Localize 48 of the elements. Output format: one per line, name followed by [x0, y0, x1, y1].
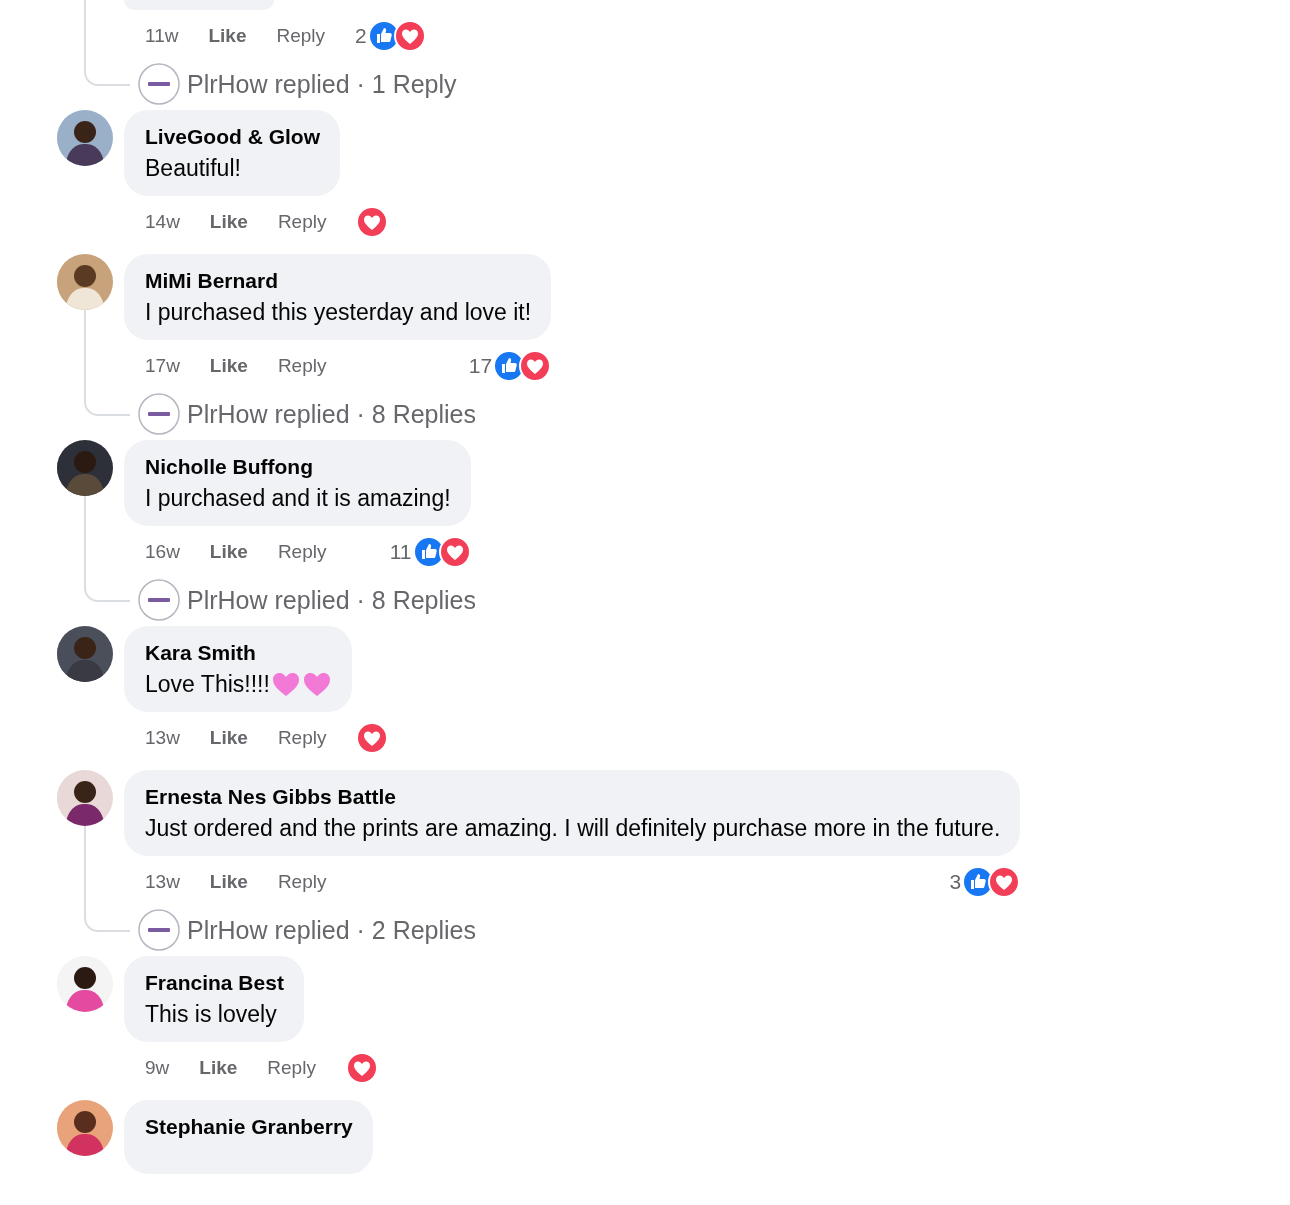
- replies-link[interactable]: PlrHow replied · 8 Replies: [187, 585, 476, 615]
- commenter-name[interactable]: Kara Smith: [145, 638, 332, 668]
- reaction-count: 3: [949, 870, 962, 894]
- like-link[interactable]: Like: [209, 727, 248, 749]
- reply-link[interactable]: Reply: [277, 871, 327, 893]
- reply-link[interactable]: Reply: [267, 1057, 316, 1079]
- comment-time: 16w: [145, 541, 180, 563]
- reaction-count: 17: [468, 354, 493, 378]
- commenter-name[interactable]: MiMi Bernard: [145, 266, 532, 296]
- comment-text: Beautiful!: [145, 154, 241, 183]
- like-link[interactable]: Like: [209, 355, 248, 377]
- comment-text: Just ordered and the prints are amazing. I will definitely purchase more in the future.: [145, 814, 1001, 843]
- comment-time: 13w: [145, 871, 180, 893]
- commenter-name[interactable]: Nicholle Buffong: [145, 452, 451, 482]
- reply-link[interactable]: Reply: [276, 25, 326, 47]
- comment-text: I purchased this yesterday and love it!: [145, 298, 532, 327]
- comment-time: 14w: [145, 211, 180, 233]
- comment-time: 11w: [145, 25, 179, 47]
- like-link[interactable]: Like: [209, 211, 248, 233]
- heart-icon: [270, 670, 301, 698]
- avatar-icon: [138, 63, 180, 105]
- avatar-icon: [138, 909, 180, 951]
- heart-icon: [301, 670, 332, 698]
- like-link[interactable]: Like: [209, 541, 248, 563]
- comment-text: This is lovely: [145, 1000, 277, 1029]
- replies-link[interactable]: PlrHow replied · 1 Reply: [187, 69, 457, 99]
- reply-link[interactable]: Reply: [277, 211, 327, 233]
- reply-link[interactable]: Reply: [277, 727, 327, 749]
- like-link[interactable]: Like: [209, 871, 248, 893]
- reaction-count: 2: [355, 24, 367, 48]
- commenter-name[interactable]: Ernesta Nes Gibbs Battle: [145, 782, 1001, 812]
- replies-link[interactable]: PlrHow replied · 2 Replies: [187, 915, 476, 945]
- comment-time: 17w: [145, 355, 180, 377]
- like-link[interactable]: Like: [199, 1057, 238, 1079]
- comment-time: 9w: [145, 1057, 170, 1079]
- reply-link[interactable]: Reply: [277, 355, 327, 377]
- comment-text: Love This!!!!: [145, 670, 270, 699]
- commenter-name[interactable]: Francina Best: [145, 968, 284, 998]
- commenter-name[interactable]: Stephanie Granberry: [145, 1112, 353, 1142]
- replies-link[interactable]: PlrHow replied · 8 Replies: [187, 399, 476, 429]
- avatar-icon: [138, 393, 180, 435]
- reply-link[interactable]: Reply: [277, 541, 327, 563]
- like-link[interactable]: Like: [208, 25, 247, 47]
- avatar-icon: [138, 579, 180, 621]
- comment-time: 13w: [145, 727, 180, 749]
- commenter-name[interactable]: LiveGood & Glow: [145, 122, 320, 152]
- comment-text: I purchased and it is amazing!: [145, 484, 451, 513]
- reaction-count: 11: [389, 540, 412, 564]
